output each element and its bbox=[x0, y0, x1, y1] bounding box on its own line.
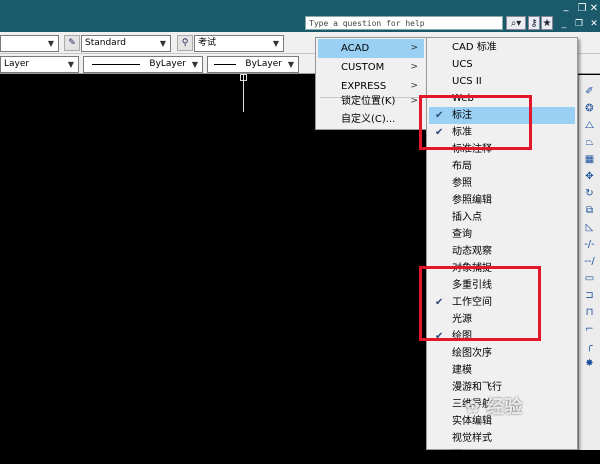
stretch-icon[interactable]: ◺ bbox=[582, 220, 597, 235]
watermark: ✿ 经验 bbox=[465, 393, 585, 423]
menu-item-lock-position[interactable]: 锁定位置(K) > bbox=[318, 92, 424, 111]
menu-item-custom[interactable]: CUSTOM > bbox=[318, 58, 424, 77]
toolbar-item-modeling[interactable]: 建模 bbox=[429, 362, 575, 379]
submenu-arrow-icon: > bbox=[410, 43, 418, 53]
dimension-style-icon[interactable]: ⚲ bbox=[177, 35, 193, 51]
submenu-item-label: 查询 bbox=[452, 229, 472, 240]
chevron-down-icon[interactable]: ▼ bbox=[45, 37, 57, 50]
toolbar-item-ucs[interactable]: UCS bbox=[429, 56, 575, 73]
toolbar-item-layout[interactable]: 布局 bbox=[429, 158, 575, 175]
toolbar-item-ucs-ii[interactable]: UCS II bbox=[429, 73, 575, 90]
toolbar-item-orbit[interactable]: 动态观察 bbox=[429, 243, 575, 260]
line-sample bbox=[214, 64, 236, 65]
window-minimize-icon[interactable]: _ bbox=[560, 0, 572, 14]
layer-state-combo[interactable]: ▼ bbox=[0, 35, 59, 52]
chevron-down-icon[interactable]: ▼ bbox=[157, 37, 169, 50]
submenu-item-label: 动态观察 bbox=[452, 246, 492, 257]
document-restore-icon[interactable]: ❐ bbox=[573, 17, 585, 31]
chevron-down-icon[interactable]: ▼ bbox=[270, 37, 282, 50]
explode-icon[interactable]: ✸ bbox=[582, 356, 597, 371]
offset-icon[interactable]: ⏢ bbox=[582, 135, 597, 150]
toolbar-item-visual-styles[interactable]: 视觉样式 bbox=[429, 430, 575, 447]
dimension-style-combo[interactable]: 考试 ▼ bbox=[194, 35, 284, 52]
annotation-highlight-box bbox=[419, 266, 541, 341]
submenu-item-label: 参照 bbox=[452, 178, 472, 189]
extend-icon[interactable]: --/ bbox=[582, 254, 597, 269]
toolbar-context-menu: ACAD > CUSTOM > EXPRESS > 锁定位置(K) > 自定义(C)..… bbox=[315, 37, 427, 130]
rotate-icon[interactable]: ↻ bbox=[582, 186, 597, 201]
text-style-value: Standard bbox=[85, 38, 126, 48]
submenu-arrow-icon: > bbox=[410, 96, 418, 106]
menu-item-label: ACAD bbox=[341, 43, 370, 54]
submenu-item-label: 视口 bbox=[452, 450, 472, 461]
layer-combo-value: Layer bbox=[4, 59, 30, 69]
document-close-icon[interactable]: ✕ bbox=[588, 17, 600, 31]
menu-item-label: EXPRESS bbox=[341, 81, 387, 92]
paw-logo-icon: ✿ bbox=[465, 397, 487, 418]
layer-combo[interactable]: Layer ▼ bbox=[0, 56, 79, 73]
submenu-item-label: 漫游和飞行 bbox=[452, 382, 502, 393]
submenu-item-label: 绘图次序 bbox=[452, 348, 492, 359]
toolbar-item-refedit[interactable]: 参照编辑 bbox=[429, 192, 575, 209]
submenu-item-label: 插入点 bbox=[452, 212, 482, 223]
menu-item-label: 锁定位置(K) bbox=[341, 96, 396, 107]
text-style-icon[interactable]: ✎ bbox=[64, 35, 80, 51]
submenu-arrow-icon: > bbox=[410, 62, 418, 72]
submenu-item-label: UCS bbox=[452, 59, 473, 70]
move-icon[interactable]: ✥ bbox=[582, 169, 597, 184]
toolbar-item-reference[interactable]: 参照 bbox=[429, 175, 575, 192]
toolbar-item-draw-order[interactable]: 绘图次序 bbox=[429, 345, 575, 362]
menu-item-label: CUSTOM bbox=[341, 62, 385, 73]
copy-icon[interactable]: ❂ bbox=[582, 101, 597, 116]
submenu-item-label: 视觉样式 bbox=[452, 433, 492, 444]
dimension-style-value: 考试 bbox=[198, 38, 217, 48]
menu-item-customize[interactable]: 自定义(C)... bbox=[318, 110, 424, 129]
menu-item-acad[interactable]: ACAD > bbox=[318, 39, 424, 58]
trim-icon[interactable]: -/- bbox=[582, 237, 597, 252]
key-icon[interactable]: ⚷ bbox=[528, 16, 540, 30]
chevron-down-icon[interactable]: ▼ bbox=[285, 58, 297, 71]
toolbar-item-inquiry[interactable]: 查询 bbox=[429, 226, 575, 243]
document-minimize-icon[interactable]: _ bbox=[558, 17, 570, 31]
star-icon[interactable]: ★ bbox=[541, 16, 553, 30]
lineweight-value: ByLayer bbox=[245, 59, 282, 69]
array-icon[interactable]: ▦ bbox=[582, 152, 597, 167]
watermark-text: 经验 bbox=[486, 397, 523, 418]
menu-item-label: 自定义(C)... bbox=[341, 114, 396, 125]
fillet-icon[interactable]: ╭ bbox=[582, 339, 597, 354]
chamfer-icon[interactable]: ⌐ bbox=[582, 322, 597, 337]
window-close-icon[interactable]: ✕ bbox=[588, 2, 600, 16]
chevron-down-icon[interactable]: ▼ bbox=[65, 58, 77, 71]
toolbar-item-cad-standards[interactable]: CAD 标准 bbox=[429, 39, 575, 56]
toolbar-item-insert[interactable]: 插入点 bbox=[429, 209, 575, 226]
submenu-item-label: 布局 bbox=[452, 161, 472, 172]
submenu-item-label: UCS II bbox=[452, 76, 482, 87]
line-sample bbox=[92, 64, 140, 65]
mirror-icon[interactable]: ⧍ bbox=[582, 118, 597, 133]
submenu-item-label: 参照编辑 bbox=[452, 195, 492, 206]
annotation-highlight-box bbox=[419, 95, 532, 150]
search-icon[interactable]: ⌕▾ bbox=[506, 16, 526, 30]
linetype-combo[interactable]: ByLayer ▼ bbox=[83, 56, 203, 73]
pickbox-cursor bbox=[240, 74, 247, 81]
break-at-point-icon[interactable]: ⊐ bbox=[582, 288, 597, 303]
chevron-down-icon[interactable]: ▼ bbox=[189, 58, 201, 71]
linetype-value: ByLayer bbox=[149, 59, 186, 69]
window-restore-icon[interactable]: ❐ bbox=[576, 2, 588, 16]
lineweight-combo[interactable]: ByLayer ▼ bbox=[207, 56, 299, 73]
submenu-item-label: CAD 标准 bbox=[452, 42, 497, 53]
text-style-combo[interactable]: Standard ▼ bbox=[81, 35, 171, 52]
break-icon[interactable]: ▭ bbox=[582, 271, 597, 286]
scale-icon[interactable]: ⧉ bbox=[582, 203, 597, 218]
erase-icon[interactable]: ✐ bbox=[582, 84, 597, 99]
join-icon[interactable]: ⊓ bbox=[582, 305, 597, 320]
help-search-input[interactable]: Type a question for help bbox=[305, 16, 503, 30]
submenu-item-label: 建模 bbox=[452, 365, 472, 376]
